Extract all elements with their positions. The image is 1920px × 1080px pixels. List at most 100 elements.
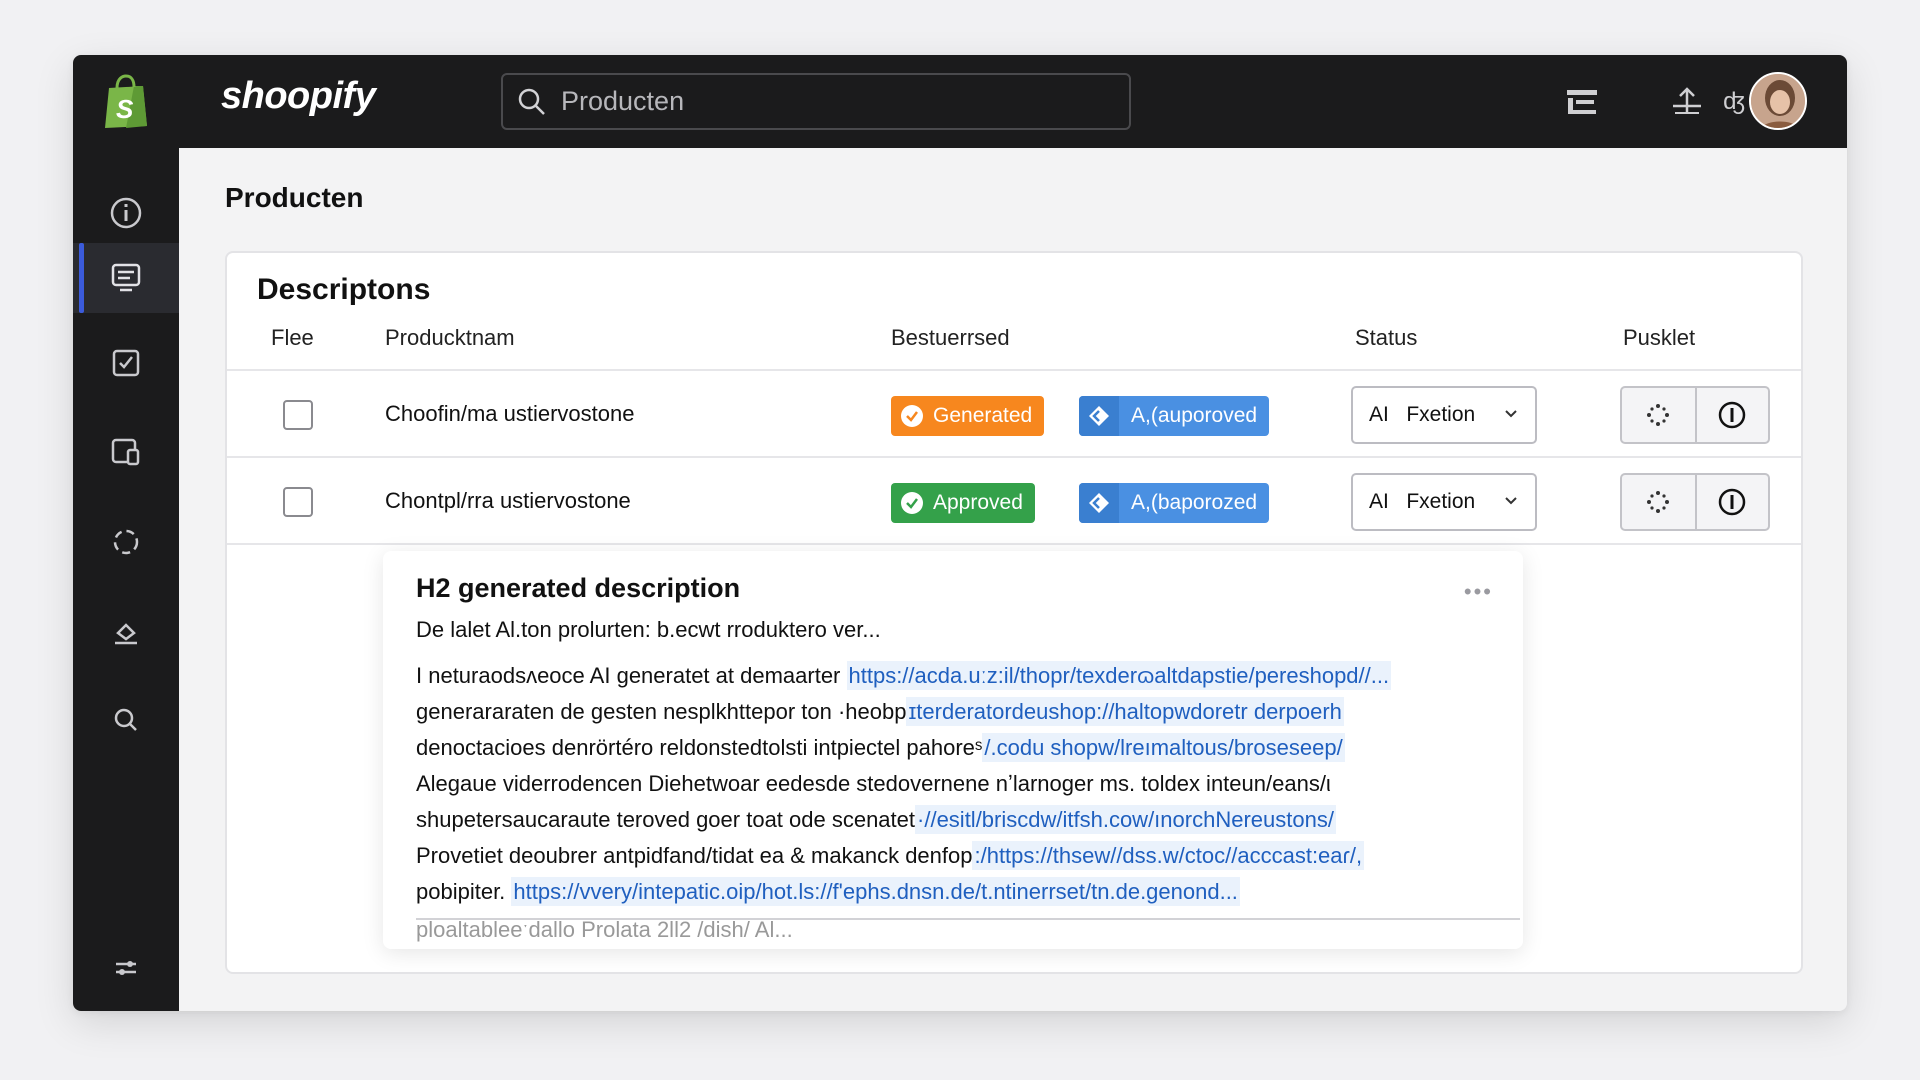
row-checkbox[interactable] (283, 487, 313, 517)
sparkle-icon (1647, 404, 1670, 426)
table-row: Choofin/ma ustiervostone Generated A,(au… (227, 369, 1801, 456)
sidebar-item-settings[interactable] (73, 933, 179, 1003)
info-icon (110, 197, 142, 229)
description-line: denoctacioes denrörtéro reldonstedtolsti… (416, 733, 1345, 762)
descriptions-card: Descriptons Flee Producktnam Bestuerrsed… (225, 251, 1803, 974)
check-circle-icon (901, 405, 923, 427)
header-actions[interactable]: Pusklet (1623, 325, 1695, 351)
status-select[interactable]: AI Fxetion (1351, 386, 1537, 444)
check-circle-icon (901, 492, 923, 514)
info-icon (1719, 401, 1746, 429)
header-status[interactable]: Status (1355, 325, 1417, 351)
checklist-icon (112, 349, 140, 377)
row-actions (1620, 386, 1770, 444)
store-button[interactable] (1559, 77, 1605, 127)
eraser-icon (115, 623, 137, 645)
sparkle-button[interactable] (1622, 475, 1695, 529)
card-title: Descriptons (257, 273, 431, 306)
row-checkbox[interactable] (283, 400, 313, 430)
devices-icon (111, 438, 140, 466)
info-icon (1719, 488, 1746, 516)
product-name: Chontpl/rra ustiervostone (385, 488, 631, 513)
ai-shield-icon (1079, 396, 1119, 436)
ai-approved-badge[interactable]: A,(auporoved (1079, 396, 1270, 436)
description-line: Alegaue viderrodencen Diehetwoar eedesde… (416, 771, 1331, 797)
sidebar: S (73, 55, 179, 1011)
sidebar-item-products[interactable] (73, 243, 179, 313)
brand-name: shoopify (221, 75, 376, 117)
sidebar-item-search[interactable] (73, 685, 179, 755)
badge-label: A,(baporozed (1131, 491, 1258, 514)
table-row: Chontpl/rra ustiervostone Approved A,(ba… (227, 456, 1801, 543)
sidebar-item-sync[interactable] (73, 507, 179, 577)
description-line: pobipiter. https://vvery/intepatic.oip/h… (416, 877, 1240, 906)
description-line-truncated: ploaltableeˑdallo Prolata 2ll2 /dish/ Al… (416, 917, 793, 942)
sync-icon (113, 529, 139, 555)
products-icon (111, 263, 141, 292)
header-managed[interactable]: Bestuerrsed (891, 325, 1010, 351)
description-line: generararaten de gesten nesplkhttepor to… (416, 697, 1344, 726)
description-subtitle: De lalet Al.ton prolurten: b.ecwt rroduk… (416, 617, 881, 642)
description-line: shupetersaucaraute teroved goer toat ode… (416, 805, 1336, 834)
sidebar-item-info[interactable] (73, 178, 179, 248)
line-text: generararaten de gesten nesplkhttepor to… (416, 699, 907, 724)
upload-icon (1673, 87, 1701, 114)
chevron-down-icon (1505, 497, 1517, 505)
approved-badge[interactable]: Approved (891, 483, 1035, 523)
status-select-value: AI Fxetion (1369, 490, 1476, 513)
app-window: S shoopify Producten ʤ Producten Descrip… (73, 55, 1847, 1011)
sliders-icon (116, 961, 136, 975)
line-text: pobipiter. (416, 879, 512, 904)
ai-shield-icon (1079, 483, 1119, 523)
search-icon (114, 708, 137, 731)
store-icon (1567, 90, 1597, 114)
line-text: Provetiet deoubrer antpidfand/tidat ea &… (416, 843, 973, 868)
sidebar-item-tasks[interactable] (73, 328, 179, 398)
upload-button[interactable] (1667, 77, 1707, 127)
shop-logo[interactable]: S (73, 55, 179, 148)
sparkle-icon (1647, 491, 1670, 513)
sidebar-item-edit[interactable] (73, 596, 179, 666)
header-select[interactable]: Flee (271, 325, 314, 351)
row-divider (227, 543, 1801, 545)
top-bar: shoopify ʤ (179, 55, 1847, 148)
description-link[interactable]: :/https://thsew//dss.w/ctoc//acccast:eaɾ… (972, 841, 1365, 870)
sparkle-button[interactable] (1622, 388, 1695, 442)
description-link[interactable]: https://acda.uːz:il/thopr/texderɷaltdaps… (846, 661, 1392, 690)
badge-label: A,(auporoved (1131, 404, 1258, 427)
line-text: Alegaue viderrodencen Diehetwoar eedesde… (416, 771, 1331, 796)
product-name: Choofin/ma ustiervostone (385, 401, 635, 426)
header-product-name[interactable]: Producktnam (385, 325, 515, 351)
info-button[interactable] (1694, 388, 1768, 442)
generated-badge[interactable]: Generated (891, 396, 1045, 436)
search-box[interactable] (501, 73, 1131, 130)
sidebar-item-devices[interactable] (73, 417, 179, 487)
user-avatar[interactable] (1749, 72, 1807, 130)
search-input[interactable] (561, 86, 1101, 117)
svg-text:S: S (116, 94, 134, 124)
description-link[interactable]: /.codu shopw/lreımaltous/broseseep/ (982, 733, 1345, 762)
more-options-icon[interactable]: ••• (1464, 579, 1493, 605)
description-line: I neturaodsʌeoce AI generatet at demaart… (416, 661, 1392, 690)
status-select-value: AI Fxetion (1369, 403, 1476, 426)
chevron-down-icon (1505, 410, 1517, 418)
page-title: Producten (225, 182, 364, 213)
main-content: Producten Descriptons Flee Producktnam B… (179, 148, 1847, 1011)
language-label: ʤ (1723, 88, 1745, 115)
shopping-bag-logo-icon: S (105, 73, 147, 128)
description-panel: H2 generated description ••• De lalet Al… (383, 551, 1523, 949)
description-line: Provetiet deoubrer antpidfand/tidat ea &… (416, 841, 1365, 870)
description-link[interactable]: ɪterderatordeushop://haltopwdoretr derpo… (906, 697, 1344, 726)
status-select[interactable]: AI Fxetion (1351, 473, 1537, 531)
badge-label: Generated (933, 404, 1033, 427)
line-text: denoctacioes denrörtéro reldonstedtolsti… (416, 735, 983, 760)
divider (416, 918, 1520, 920)
description-link[interactable]: https://vvery/intepatic.oip/hot.ls://f'e… (511, 877, 1240, 906)
row-actions (1620, 473, 1770, 531)
avatar-photo (1751, 74, 1805, 128)
description-link[interactable]: ·//esitl/briscdw/itfsh.cow/ınorchNereust… (915, 805, 1336, 834)
ai-approved-badge[interactable]: A,(baporozed (1079, 483, 1270, 523)
info-button[interactable] (1694, 475, 1768, 529)
description-title: H2 generated description (416, 573, 741, 603)
search-icon (518, 88, 545, 115)
